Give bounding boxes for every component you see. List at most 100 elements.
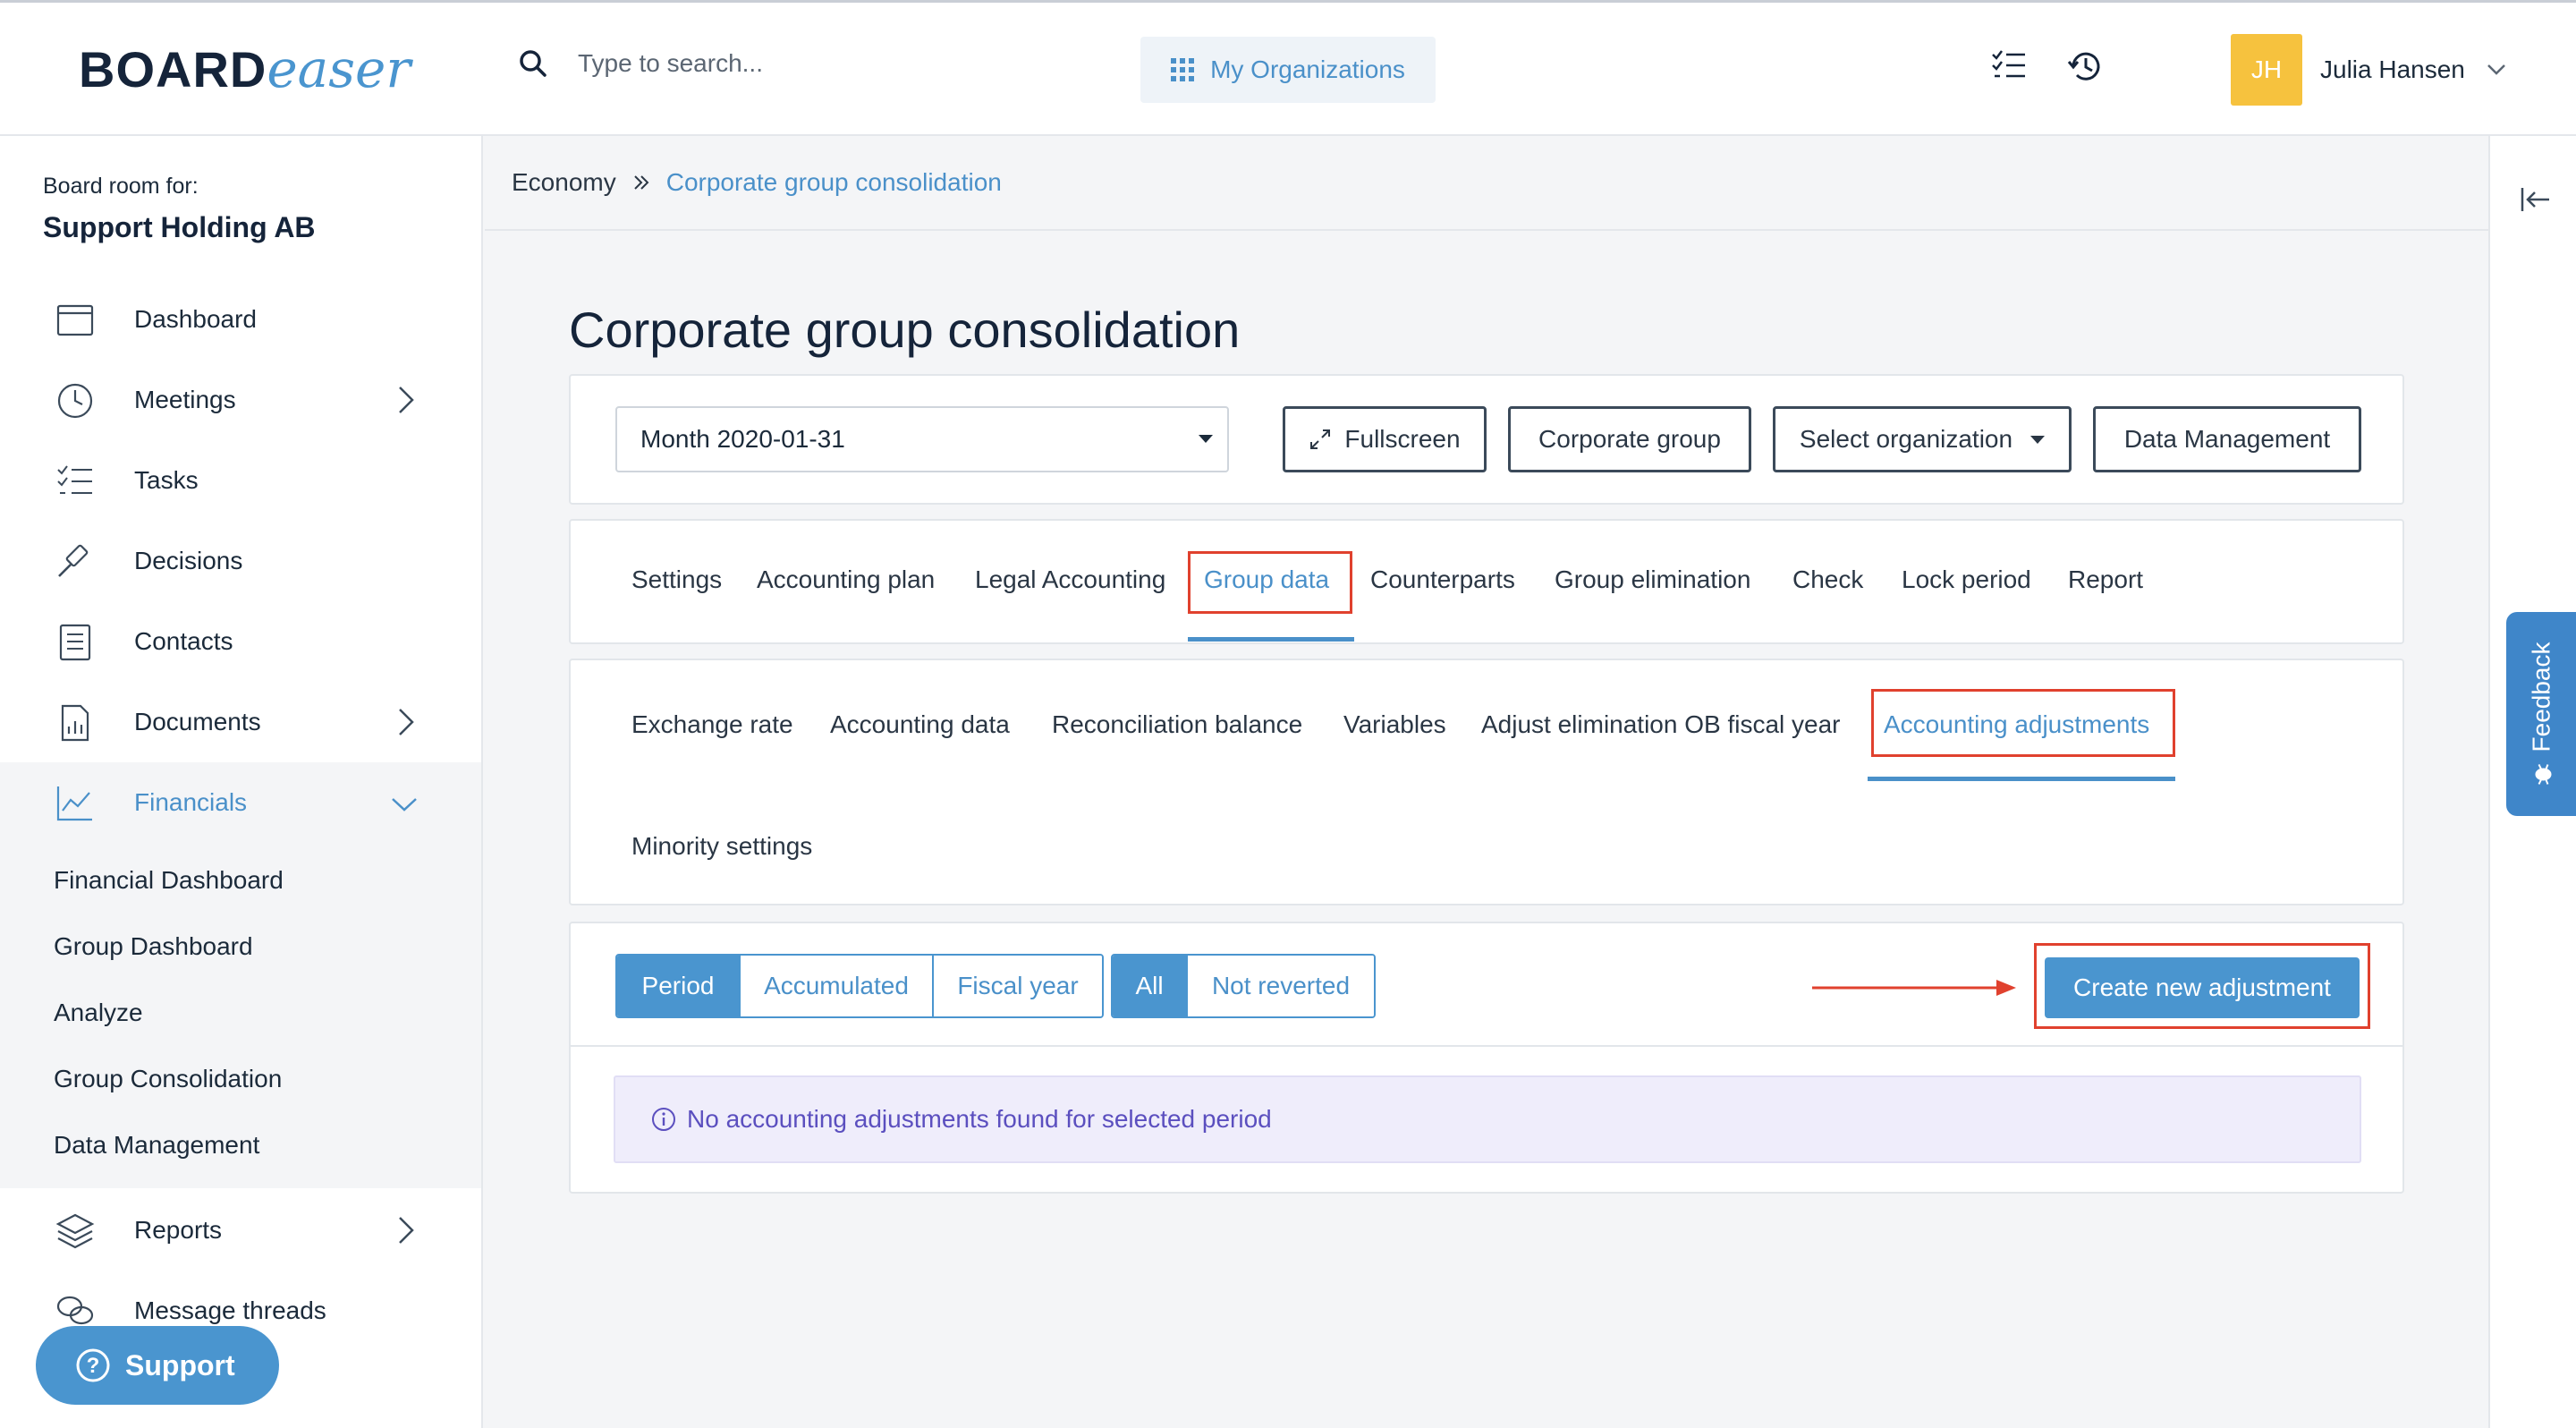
user-name: Julia Hansen bbox=[2320, 55, 2465, 83]
sidebar-item-label: Message threads bbox=[134, 1296, 326, 1324]
financials-group: Financials Financial Dashboard Group Das… bbox=[0, 762, 481, 1188]
logo-script-text: easer bbox=[267, 38, 411, 99]
tab-accounting-data[interactable]: Accounting data bbox=[830, 710, 1010, 739]
info-icon bbox=[652, 1108, 675, 1131]
support-button[interactable]: ? Support bbox=[36, 1326, 279, 1405]
feedback-tab[interactable]: Feedback bbox=[2506, 612, 2576, 816]
financials-sub-item[interactable]: Group Consolidation bbox=[54, 1065, 282, 1093]
tab-check[interactable]: Check bbox=[1792, 565, 1863, 594]
filter-fiscal-year[interactable]: Fiscal year bbox=[934, 956, 1102, 1016]
sidebar-item-reports[interactable]: Reports bbox=[0, 1190, 481, 1271]
sidebar-item-meetings[interactable]: Meetings bbox=[0, 360, 481, 440]
tab-counterparts[interactable]: Counterparts bbox=[1370, 565, 1515, 594]
filter-not-reverted[interactable]: Not reverted bbox=[1188, 956, 1374, 1016]
fullscreen-button[interactable]: Fullscreen bbox=[1283, 406, 1487, 472]
sidebar-item-label: Contacts bbox=[134, 627, 233, 655]
sidebar-item-tasks[interactable]: Tasks bbox=[0, 440, 481, 521]
history-icon[interactable] bbox=[2066, 47, 2104, 85]
sidebar-item-label: Dashboard bbox=[134, 305, 257, 333]
clock-icon bbox=[57, 383, 93, 419]
sidebar-item-decisions[interactable]: Decisions bbox=[0, 521, 481, 601]
financials-sub-item[interactable]: Financial Dashboard bbox=[54, 866, 284, 895]
my-organizations-button[interactable]: My Organizations bbox=[1140, 37, 1436, 103]
highlight-box bbox=[1871, 689, 2175, 757]
tab-lock-period[interactable]: Lock period bbox=[1902, 565, 2031, 594]
financials-sub-item[interactable]: Group Dashboard bbox=[54, 932, 253, 961]
caret-down-icon bbox=[2030, 435, 2046, 444]
sidebar-item-label: Financials bbox=[134, 788, 248, 816]
help-circle-icon: ? bbox=[76, 1348, 110, 1382]
chevron-right-icon bbox=[399, 709, 414, 735]
corporate-group-button[interactable]: Corporate group bbox=[1508, 406, 1751, 472]
address-book-icon bbox=[59, 624, 91, 661]
financials-sub-item[interactable]: Analyze bbox=[54, 999, 143, 1027]
tab-adjust-elimination-ob[interactable]: Adjust elimination OB fiscal year bbox=[1481, 710, 1841, 739]
chevron-down-icon bbox=[2487, 64, 2505, 75]
sidebar-item-financials[interactable]: Financials bbox=[0, 762, 481, 843]
sidebar-item-label: Tasks bbox=[134, 466, 199, 494]
corporate-group-label: Corporate group bbox=[1538, 425, 1721, 453]
active-tab-indicator bbox=[1188, 637, 1354, 642]
tab-minority-settings[interactable]: Minority settings bbox=[631, 832, 812, 861]
search-input[interactable]: Type to search... bbox=[578, 49, 763, 78]
logo-bold-text: BOARD bbox=[79, 41, 267, 98]
status-filter-group: All Not reverted bbox=[1111, 954, 1376, 1018]
tab-group-elimination[interactable]: Group elimination bbox=[1555, 565, 1750, 594]
expand-icon bbox=[1310, 429, 1331, 449]
tab-exchange-rate[interactable]: Exchange rate bbox=[631, 710, 793, 739]
empty-state-alert: No accounting adjustments found for sele… bbox=[614, 1075, 2361, 1163]
page-title: Corporate group consolidation bbox=[569, 302, 1241, 358]
tab-settings[interactable]: Settings bbox=[631, 565, 722, 594]
tab-legal-accounting[interactable]: Legal Accounting bbox=[975, 565, 1165, 594]
range-filter-group: Period Accumulated Fiscal year bbox=[615, 954, 1104, 1018]
chevron-right-icon bbox=[399, 387, 414, 413]
breadcrumb-current[interactable]: Corporate group consolidation bbox=[666, 168, 1002, 197]
tab-report[interactable]: Report bbox=[2068, 565, 2143, 594]
caret-down-icon bbox=[1199, 435, 1213, 443]
sidebar-item-dashboard[interactable]: Dashboard bbox=[0, 279, 481, 360]
chevron-down-icon bbox=[392, 798, 417, 812]
top-bar: BOARD easer Type to search... My Organiz… bbox=[0, 0, 2576, 136]
period-select[interactable]: Month 2020-01-31 bbox=[615, 406, 1229, 472]
data-management-button[interactable]: Data Management bbox=[2093, 406, 2361, 472]
tab-reconciliation-balance[interactable]: Reconciliation balance bbox=[1052, 710, 1302, 739]
collapse-panel-icon[interactable] bbox=[2521, 186, 2551, 213]
feedback-label: Feedback bbox=[2527, 642, 2555, 752]
financials-sub-item[interactable]: Data Management bbox=[54, 1131, 259, 1160]
sidebar-item-documents[interactable]: Documents bbox=[0, 682, 481, 762]
fullscreen-label: Fullscreen bbox=[1344, 425, 1461, 453]
sidebar: Board room for: Support Holding AB Dashb… bbox=[0, 136, 483, 1428]
sidebar-item-label: Meetings bbox=[134, 386, 236, 413]
calendar-icon bbox=[56, 304, 94, 336]
sidebar-item-label: Decisions bbox=[134, 547, 243, 574]
user-menu[interactable]: JH Julia Hansen bbox=[2231, 34, 2506, 106]
board-room-name: Support Holding AB bbox=[43, 211, 316, 243]
active-tab-indicator bbox=[1868, 777, 2175, 781]
sidebar-item-label: Documents bbox=[134, 708, 261, 735]
gavel-icon bbox=[58, 544, 89, 577]
tab-variables[interactable]: Variables bbox=[1343, 710, 1446, 739]
divider bbox=[571, 1045, 2402, 1047]
sidebar-item-contacts[interactable]: Contacts bbox=[0, 601, 481, 682]
filter-accumulated[interactable]: Accumulated bbox=[741, 956, 934, 1016]
create-new-adjustment-button[interactable]: Create new adjustment bbox=[2045, 957, 2360, 1018]
adjustments-card: Period Accumulated Fiscal year All Not r… bbox=[569, 922, 2404, 1194]
document-chart-icon bbox=[61, 704, 89, 742]
chevron-right-icon bbox=[399, 1217, 414, 1244]
select-organization-dropdown[interactable]: Select organization bbox=[1773, 406, 2072, 472]
svg-text:?: ? bbox=[87, 1354, 100, 1378]
boardeaser-logo[interactable]: BOARD easer bbox=[79, 38, 411, 101]
filter-all[interactable]: All bbox=[1113, 956, 1188, 1016]
breadcrumb-root[interactable]: Economy bbox=[512, 168, 616, 197]
line-chart-icon bbox=[56, 786, 92, 821]
grid-icon bbox=[1171, 58, 1195, 81]
empty-state-message: No accounting adjustments found for sele… bbox=[687, 1105, 1272, 1133]
task-list-icon[interactable] bbox=[1991, 47, 2027, 83]
search-bar[interactable]: Type to search... bbox=[519, 49, 763, 78]
filter-period[interactable]: Period bbox=[617, 956, 741, 1016]
board-room-label: Board room for: bbox=[43, 174, 199, 199]
select-organization-label: Select organization bbox=[1799, 425, 2013, 453]
tab-accounting-plan[interactable]: Accounting plan bbox=[757, 565, 935, 594]
search-icon bbox=[520, 50, 547, 77]
highlight-box bbox=[1188, 551, 1352, 614]
